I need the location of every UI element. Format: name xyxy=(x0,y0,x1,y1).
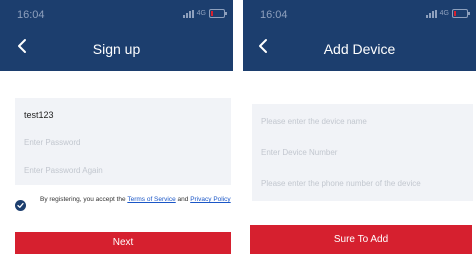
signal-bars-icon xyxy=(425,9,437,18)
add-device-header: 16:04 4G Add Device xyxy=(243,0,476,71)
signup-form: test123 Enter Password Enter Password Ag… xyxy=(15,98,231,185)
signal-bars-icon xyxy=(182,9,194,18)
network-type: 4G xyxy=(196,10,206,17)
signup-header: 16:04 4G Sign up xyxy=(0,0,233,71)
signup-screen: 16:04 4G Sign up test123 Enter Password … xyxy=(0,0,233,254)
checkmark-icon xyxy=(17,202,24,208)
battery-icon xyxy=(452,9,470,18)
add-device-form: Please enter the device name Enter Devic… xyxy=(252,104,473,201)
status-time: 16:04 xyxy=(260,9,288,21)
agree-checkbox[interactable] xyxy=(15,200,26,211)
terms-of-service-link[interactable]: Terms of Service xyxy=(127,196,175,203)
page-title: Add Device xyxy=(323,41,396,57)
add-device-screen: 16:04 4G Add Device Please enter the dev… xyxy=(243,0,476,254)
battery-icon xyxy=(209,9,227,18)
username-field[interactable]: test123 xyxy=(24,110,225,120)
status-indicators: 4G xyxy=(425,9,470,18)
network-type: 4G xyxy=(439,10,449,17)
agreement-prefix: By registering, you accept the xyxy=(40,196,128,203)
agreement-and: and xyxy=(175,196,191,203)
agreement-row: By registering, you accept the Terms of … xyxy=(15,196,231,218)
password-field[interactable]: Enter Password xyxy=(24,138,225,147)
password-again-field[interactable]: Enter Password Again xyxy=(24,166,225,175)
next-button[interactable]: Next xyxy=(15,232,231,254)
device-phone-field[interactable]: Please enter the phone number of the dev… xyxy=(261,179,467,188)
device-number-field[interactable]: Enter Device Number xyxy=(261,148,467,157)
privacy-policy-link[interactable]: Privacy Policy xyxy=(190,196,230,203)
status-indicators: 4G xyxy=(182,9,227,18)
status-time: 16:04 xyxy=(17,9,45,21)
agreement-text: By registering, you accept the Terms of … xyxy=(40,196,231,204)
page-title: Sign up xyxy=(92,41,141,57)
sure-to-add-button[interactable]: Sure To Add xyxy=(250,225,472,254)
device-name-field[interactable]: Please enter the device name xyxy=(261,117,467,126)
